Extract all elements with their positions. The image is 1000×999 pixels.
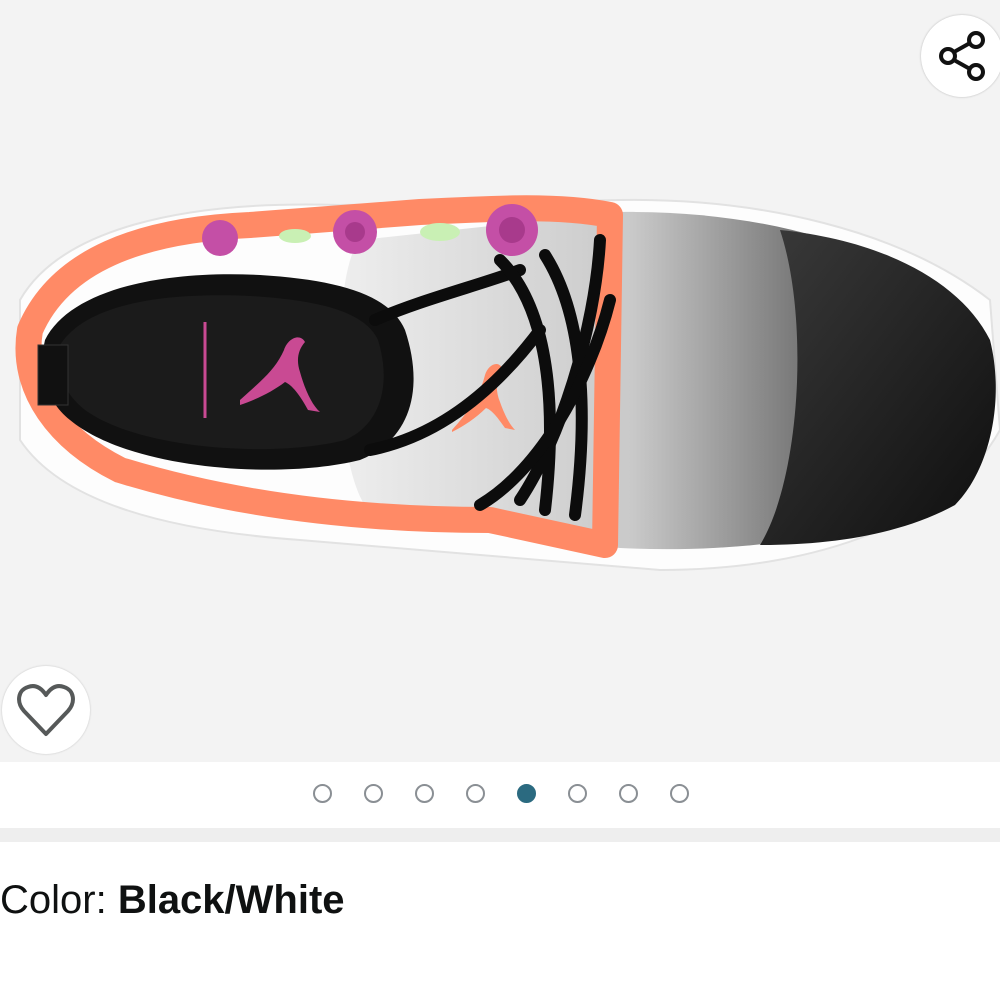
product-image[interactable] <box>0 0 1000 762</box>
carousel-dot-1[interactable] <box>313 784 332 803</box>
color-label: Color: <box>0 878 118 922</box>
carousel-dot-7[interactable] <box>619 784 638 803</box>
product-image-gallery[interactable] <box>0 0 1000 762</box>
carousel-dot-5-active[interactable] <box>517 784 536 803</box>
carousel-indicator-bar <box>0 762 1000 828</box>
heart-outline-icon <box>17 684 75 736</box>
carousel-dot-6[interactable] <box>568 784 587 803</box>
wishlist-button[interactable] <box>2 666 90 754</box>
color-selection-label: Color: Black/White <box>0 878 345 923</box>
section-divider <box>0 828 1000 842</box>
carousel-dot-8[interactable] <box>670 784 689 803</box>
carousel-dot-3[interactable] <box>415 784 434 803</box>
color-value: Black/White <box>117 878 345 922</box>
carousel-dot-4[interactable] <box>466 784 485 803</box>
share-icon <box>939 31 985 81</box>
carousel-dot-2[interactable] <box>364 784 383 803</box>
share-button[interactable] <box>921 15 1000 97</box>
